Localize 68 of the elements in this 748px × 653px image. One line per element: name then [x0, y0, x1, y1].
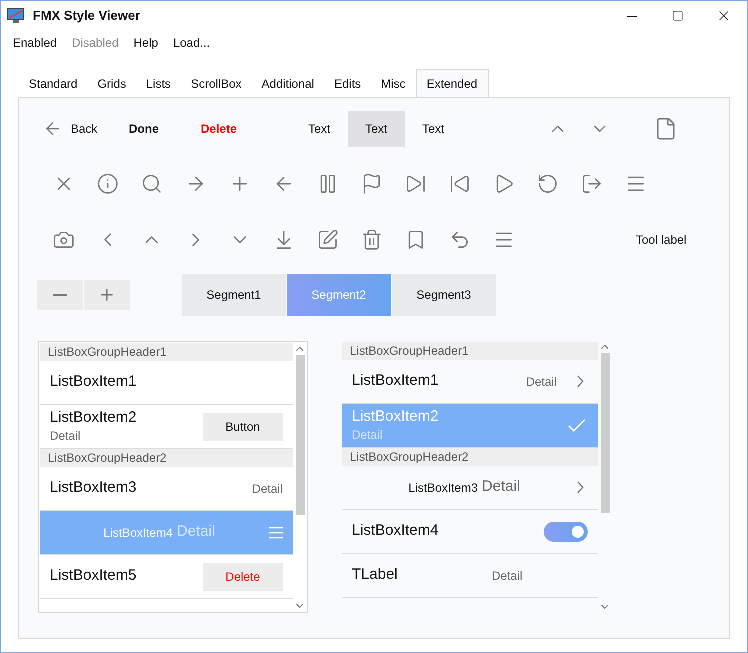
refresh-icon[interactable]	[537, 173, 559, 195]
flag-icon[interactable]	[361, 173, 383, 195]
tab[interactable]: Standard	[19, 71, 88, 97]
list-button[interactable]: Button	[203, 412, 283, 440]
done-button[interactable]: Done	[129, 120, 201, 138]
tool-label: Tool label	[636, 232, 687, 249]
delete-button[interactable]: Delete	[201, 120, 261, 138]
list-item[interactable]: ListBoxItem3 Detail	[342, 466, 598, 510]
list-item[interactable]: ListBoxItem5 Delete	[40, 555, 293, 599]
tab[interactable]: Additional	[252, 71, 324, 97]
search-icon[interactable]	[141, 173, 163, 195]
item-title: ListBoxItem3	[408, 480, 478, 496]
tab[interactable]: Grids	[88, 71, 136, 97]
item-title: ListBoxItem1	[352, 371, 439, 392]
tab[interactable]: Misc	[371, 71, 416, 97]
menu-item[interactable]: Load...	[173, 34, 210, 52]
skip-forward-icon[interactable]	[405, 173, 427, 195]
item-detail: Detail	[177, 522, 216, 542]
scrollbar-thumb[interactable]	[296, 355, 304, 515]
text-segment[interactable]: Text	[348, 111, 405, 147]
tab[interactable]: ScrollBox	[181, 71, 252, 97]
item-title: TLabel	[352, 565, 399, 586]
edit-icon[interactable]	[317, 229, 339, 251]
text-segment[interactable]: Text	[291, 111, 348, 147]
window-title: FMX Style Viewer	[33, 7, 140, 26]
item-title: ListBoxItem5	[50, 566, 137, 586]
camera-icon[interactable]	[53, 229, 75, 251]
app-icon	[7, 8, 25, 24]
tab[interactable]: Extended	[416, 69, 489, 97]
item-title: ListBoxItem4	[352, 521, 439, 542]
segment-button[interactable]: Segment3	[392, 274, 496, 316]
group-header: ListBoxGroupHeader2	[342, 448, 598, 466]
item-title: ListBoxItem4	[104, 524, 174, 542]
undo-icon[interactable]	[449, 229, 471, 251]
back-button[interactable]: Back	[43, 119, 129, 139]
skip-back-icon[interactable]	[449, 173, 471, 195]
list-item[interactable]: ListBoxItem2 Detail Button	[40, 405, 293, 449]
toggle-switch[interactable]	[544, 522, 588, 542]
trash-icon[interactable]	[361, 229, 383, 251]
item-detail: Detail	[492, 568, 523, 584]
item-title: ListBoxItem3	[50, 478, 137, 498]
plus-icon	[98, 286, 116, 304]
item-detail: Detail	[482, 477, 520, 498]
item-detail: Detail	[526, 374, 557, 390]
item-detail: Detail	[352, 427, 384, 444]
tab[interactable]: Edits	[324, 71, 372, 97]
menu-item[interactable]: Enabled	[13, 34, 58, 52]
minus-button[interactable]	[37, 280, 83, 310]
list-item[interactable]: ListBoxItem1	[40, 361, 293, 405]
list-item[interactable]: ListBoxItem4	[342, 510, 598, 554]
text-segment[interactable]: Text	[405, 111, 462, 147]
info-icon[interactable]	[97, 173, 119, 195]
item-detail: Detail	[50, 428, 82, 445]
item-title: ListBoxItem2	[352, 407, 439, 426]
item-detail: Detail	[252, 480, 283, 498]
maximize-icon	[672, 10, 684, 22]
item-title: ListBoxItem1	[50, 372, 137, 392]
tab[interactable]: Lists	[136, 71, 182, 97]
segment-button[interactable]: Segment1	[182, 274, 286, 316]
menu-item[interactable]: Help	[134, 34, 158, 52]
item-title: ListBoxItem2	[50, 408, 137, 427]
group-header: ListBoxGroupHeader1	[342, 342, 598, 360]
scrollbar-thumb[interactable]	[600, 353, 610, 513]
group-header: ListBoxGroupHeader2	[40, 449, 293, 467]
exit-icon[interactable]	[581, 173, 603, 195]
minus-icon	[53, 294, 67, 296]
list-item[interactable]: TLabel Detail	[342, 554, 598, 598]
group-header: ListBoxGroupHeader1	[40, 343, 293, 361]
